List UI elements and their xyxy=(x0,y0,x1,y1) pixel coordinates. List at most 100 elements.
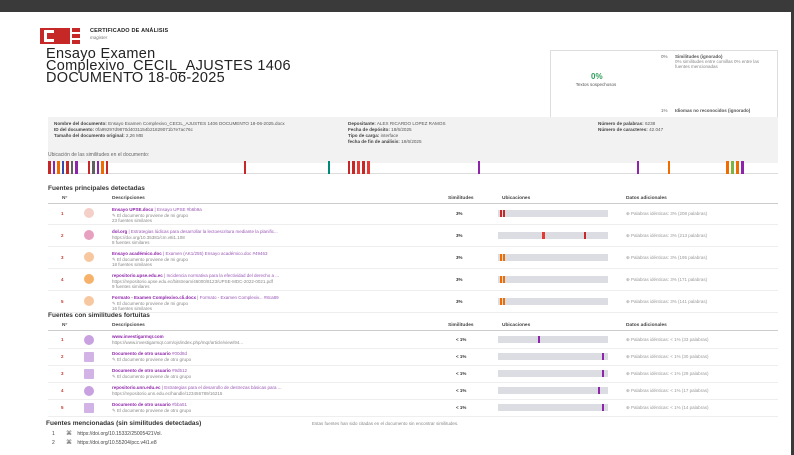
report-page: CERTIFICADO DE ANÁLISIS magister Ensayo … xyxy=(40,14,780,455)
source-title[interactable]: Ensayo UPSE.docx | Ensayo UPSE #b6b9a xyxy=(112,207,432,212)
col-number: N° xyxy=(62,196,68,201)
source-number: 1 xyxy=(61,211,64,216)
end-date-label: fecha de fin de análisis: xyxy=(348,139,400,144)
identical-words: ⊕ Palabras idénticas: 3% (213 palabras) xyxy=(626,233,708,238)
source-name[interactable]: dol.org xyxy=(112,229,127,234)
group-icon xyxy=(84,252,94,262)
source-name[interactable]: Documento de otro usuario xyxy=(112,368,171,373)
similarity-location-strip xyxy=(48,160,778,174)
source-origin: ✎ El documento proviene de otro grupo xyxy=(112,357,192,362)
col-descriptions: Descripciones xyxy=(112,323,145,328)
ignored-similarities: 0% Similitudes (ignorado) 0% similitudes… xyxy=(661,54,775,70)
similarity-percent: 0% xyxy=(591,72,603,81)
ignored-similarities-text: 0% similitudes entre comillas 0% entre l… xyxy=(675,59,760,70)
identical-words: ⊕ Palabras idénticas: 3% (171 palabras) xyxy=(626,277,708,282)
window-top-bar xyxy=(0,0,794,12)
similar-sources-count[interactable]: 8 fuentes similares xyxy=(112,240,150,245)
location-mark xyxy=(500,276,502,283)
strip-mark xyxy=(244,161,246,174)
source-number: 2 xyxy=(61,233,64,238)
document-title: Ensayo Examen Complexivo_CECIL_AJUSTES 1… xyxy=(46,47,466,86)
mentioned-url[interactable]: https://doi.org/10.55204/pcc.v4i1.e8 xyxy=(77,440,156,446)
strip-mark xyxy=(71,161,73,174)
similar-sources-count[interactable]: 9 fuentes similares xyxy=(112,284,150,289)
source-title[interactable]: Documento de otro usuario #9d512 xyxy=(112,368,432,373)
source-name[interactable]: repositorio.unn.edu.ec xyxy=(112,385,161,390)
source-name[interactable]: Ensayo académico.doc xyxy=(112,251,162,256)
col-additional-data: Datos adicionales xyxy=(626,323,667,328)
institution-icon xyxy=(84,403,94,413)
location-mark xyxy=(598,387,600,394)
source-name[interactable]: repositorio.upse.edu.ec xyxy=(112,273,163,278)
web-icon xyxy=(84,386,94,396)
strip-mark xyxy=(731,161,734,174)
location-mark xyxy=(602,370,604,377)
strip-mark xyxy=(741,161,744,174)
unrecognized-languages-key: 1% xyxy=(661,108,668,113)
source-title[interactable]: Ensayo académico.doc | Examen (AK1/255) … xyxy=(112,251,432,256)
web-icon xyxy=(84,335,94,345)
source-title[interactable]: Formato - Examen Complexivo.cli.docx | F… xyxy=(112,295,432,300)
strip-mark xyxy=(352,161,355,174)
deposit-date-label: Fecha de depósito: xyxy=(348,127,390,132)
similarity-percent-label: Textos sospechosos xyxy=(575,82,617,87)
identical-words: ⊕ Palabras idénticas: < 1% (33 palabras) xyxy=(626,337,709,342)
strip-mark xyxy=(367,161,370,174)
similar-sources-count[interactable]: 23 fuentes similares xyxy=(112,218,152,223)
metadata-col-deposit: Depositante: ALEX RICARDO LOPEZ RAMOS Fe… xyxy=(348,121,588,145)
source-name[interactable]: Documento de otro usuario xyxy=(112,351,171,356)
main-source-row: 2 dol.org | Estrategias lúdicas para des… xyxy=(48,227,778,247)
main-source-row: 3 Ensayo académico.doc | Examen (AK1/255… xyxy=(48,249,778,269)
col-similarities: Similitudes xyxy=(448,196,474,201)
source-name[interactable]: www.investigarmqr.com xyxy=(112,334,164,339)
source-detail: | Formato - Examen Complexiv... #8ca89 xyxy=(197,295,279,300)
chars-label: Número de caracteres: xyxy=(598,127,648,132)
strip-mark xyxy=(348,161,350,174)
institution-icon xyxy=(84,352,94,362)
location-bar xyxy=(498,404,608,411)
strip-mark xyxy=(726,161,729,174)
location-mark xyxy=(500,254,502,261)
source-title[interactable]: Documento de otro usuario #00d8d xyxy=(112,351,432,356)
col-locations: Ubicaciones xyxy=(502,323,531,328)
fortuitous-source-row: 4 repositorio.unn.edu.ec | Estrategias p… xyxy=(48,383,778,400)
source-title[interactable]: Documento de otro usuario #bba51 xyxy=(112,402,432,407)
source-name[interactable]: Formato - Examen Complexivo.cli.docx xyxy=(112,295,196,300)
source-detail: | Estrategias lúdicas para desarrollar l… xyxy=(128,229,278,234)
identical-words: ⊕ Palabras idénticas: < 1% (30 palabras) xyxy=(626,354,709,359)
source-number: 5 xyxy=(61,299,64,304)
source-detail: #bba51 xyxy=(172,402,188,407)
mentioned-url[interactable]: https://doi.org/10.15332/25005421Vol. xyxy=(77,431,162,437)
strip-mark xyxy=(328,161,330,174)
certificate-title: CERTIFICADO DE ANÁLISIS xyxy=(90,28,169,34)
similarity-value: 3% xyxy=(456,233,463,238)
source-name[interactable]: Ensayo UPSE.docx xyxy=(112,207,153,212)
source-name[interactable]: Documento de otro usuario xyxy=(112,402,171,407)
source-title[interactable]: repositorio.unn.edu.ec | Estrategias par… xyxy=(112,385,432,390)
col-additional-data: Datos adicionales xyxy=(626,196,667,201)
identical-words: ⊕ Palabras idénticas: < 1% (29 palabras) xyxy=(626,371,709,376)
source-number: 3 xyxy=(61,255,64,260)
col-similarities: Similitudes xyxy=(448,323,474,328)
source-title[interactable]: dol.org | Estrategias lúdicas para desar… xyxy=(112,229,432,234)
ignored-similarities-key: 0% xyxy=(661,54,668,59)
source-detail: #9d512 xyxy=(172,368,188,373)
depositor-value: ALEX RICARDO LOPEZ RAMOS xyxy=(376,121,446,126)
strip-mark xyxy=(357,161,360,174)
certificate-subtitle: magister xyxy=(90,35,108,40)
location-bar xyxy=(498,387,608,394)
strip-mark xyxy=(736,161,739,174)
document-metadata: Nombre del documento: Ensayo Examen Comp… xyxy=(48,117,778,163)
fortuitous-source-row: 2 Documento de otro usuario #00d8d ✎ El … xyxy=(48,349,778,366)
mentioned-number: 1 xyxy=(52,431,55,437)
similar-sources-count[interactable]: 18 fuentes similares xyxy=(112,262,152,267)
doc-name-value: Ensayo Examen Complexivo_CECIL_AJUSTES 1… xyxy=(108,121,285,126)
source-title[interactable]: www.investigarmqr.com xyxy=(112,334,432,339)
similarity-value: < 1% xyxy=(456,354,467,359)
strip-mark xyxy=(66,161,69,174)
source-origin[interactable]: https://repositorio.unn.edu.ec/handle/12… xyxy=(112,391,222,396)
source-origin[interactable]: https://www.investigarmqr.com/ojs/index.… xyxy=(112,340,243,345)
source-title[interactable]: repositorio.upse.edu.ec | Incidencia nor… xyxy=(112,273,432,278)
similar-sources-count[interactable]: 16 fuentes similares xyxy=(112,306,152,311)
strip-mark xyxy=(668,161,670,174)
